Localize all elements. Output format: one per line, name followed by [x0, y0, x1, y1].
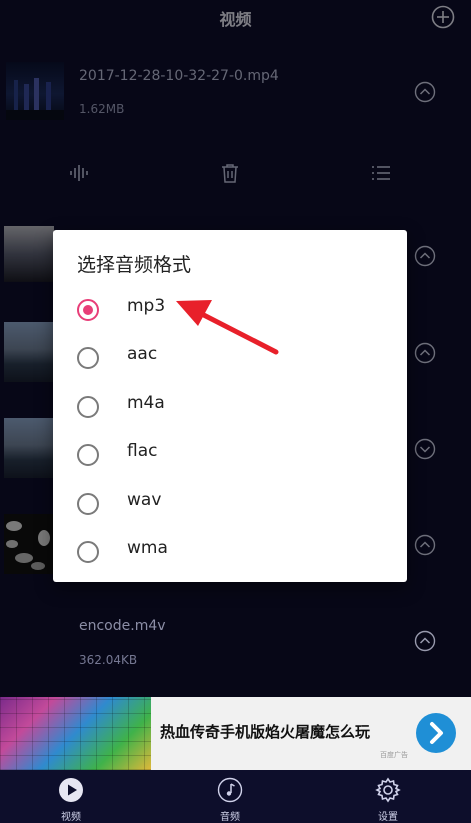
- file-name: encode.m4v: [79, 618, 166, 634]
- music-note-icon: [217, 777, 243, 803]
- nav-tab-settings[interactable]: 设置: [358, 776, 418, 823]
- radio-button[interactable]: [77, 396, 99, 418]
- format-option-wav[interactable]: wav: [77, 485, 397, 525]
- gear-icon: [375, 777, 401, 803]
- nav-label: 视频: [61, 812, 81, 823]
- ad-label: 百度广告: [380, 751, 408, 759]
- format-option-label: wav: [127, 490, 162, 510]
- list-item[interactable]: encode.m4v 362.04KB: [0, 610, 471, 676]
- format-option-label: mp3: [127, 296, 166, 316]
- radio-button[interactable]: [77, 347, 99, 369]
- radio-button[interactable]: [77, 541, 99, 563]
- radio-button-checked[interactable]: [77, 299, 99, 321]
- chevron-up-icon[interactable]: [414, 630, 436, 652]
- ad-headline[interactable]: 热血传奇手机版焰火屠魔怎么玩: [160, 721, 370, 742]
- format-option-wma[interactable]: wma: [77, 533, 397, 573]
- format-option-m4a[interactable]: m4a: [77, 388, 397, 428]
- nav-label: 音频: [220, 812, 240, 823]
- annotation-arrow-icon: [176, 300, 279, 355]
- dialog-title: 选择音频格式: [77, 254, 192, 276]
- bottom-navigation: 视频 音频 设置: [0, 770, 471, 823]
- ad-image[interactable]: [0, 697, 151, 770]
- nav-tab-video[interactable]: 视频: [41, 776, 101, 823]
- radio-button[interactable]: [77, 444, 99, 466]
- radio-button[interactable]: [77, 493, 99, 515]
- file-size: 362.04KB: [79, 653, 138, 667]
- format-option-label: aac: [127, 344, 158, 364]
- format-option-label: m4a: [127, 393, 165, 413]
- ad-banner[interactable]: 热血传奇手机版焰火屠魔怎么玩 百度广告: [0, 697, 471, 770]
- ad-open-button[interactable]: [416, 713, 456, 753]
- audio-format-dialog: 选择音频格式 mp3 aac m4a flac wav wma: [53, 230, 407, 582]
- nav-label: 设置: [378, 812, 398, 823]
- format-option-flac[interactable]: flac: [77, 436, 397, 476]
- play-circle-icon: [59, 778, 83, 802]
- format-option-label: flac: [127, 441, 158, 461]
- nav-tab-audio[interactable]: 音频: [200, 776, 260, 823]
- chevron-right-icon: [430, 722, 443, 744]
- format-option-label: wma: [127, 538, 168, 558]
